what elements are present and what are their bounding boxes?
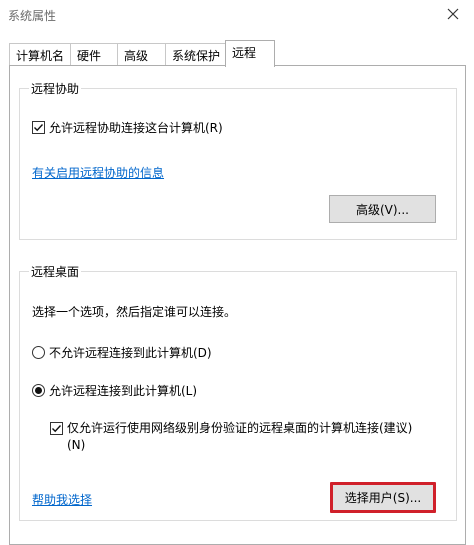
allow-remote-assistance-checkbox[interactable] <box>32 121 45 134</box>
remote-assistance-group: 远程协助 允许远程协助连接这台计算机(R) 有关启用远程协助的信息 高级(V).… <box>19 80 457 240</box>
allow-remote-assistance-row[interactable]: 允许远程协助连接这台计算机(R) <box>32 119 223 136</box>
checkmark-icon <box>34 124 44 132</box>
allow-remote-assistance-label: 允许远程协助连接这台计算机(R) <box>49 121 223 135</box>
title-bar: 系统属性 <box>0 0 474 32</box>
remote-desktop-group-label: 远程桌面 <box>29 263 82 280</box>
remote-tab-panel: 远程协助 允许远程协助连接这台计算机(R) 有关启用远程协助的信息 高级(V).… <box>9 65 466 545</box>
remote-assistance-info-link[interactable]: 有关启用远程协助的信息 <box>32 164 164 181</box>
nla-label-line2: (N) <box>67 438 86 452</box>
allow-remote-label: 允许远程连接到此计算机(L) <box>49 384 198 398</box>
remote-assistance-group-label: 远程协助 <box>29 80 82 97</box>
remote-desktop-group: 远程桌面 选择一个选项，然后指定谁可以连接。 不允许远程连接到此计算机(D) 允… <box>19 263 457 521</box>
tab-computer-name[interactable]: 计算机名 <box>9 43 71 65</box>
close-icon[interactable] <box>444 5 462 23</box>
disallow-remote-option[interactable]: 不允许远程连接到此计算机(D) <box>32 344 212 361</box>
tab-system-protection[interactable]: 系统保护 <box>165 43 227 65</box>
window-title: 系统属性 <box>8 9 57 23</box>
nla-label-line1: 仅允许运行使用网络级别身份验证的远程桌面的计算机连接(建议) <box>67 421 413 435</box>
tab-advanced[interactable]: 高级 <box>117 43 166 65</box>
tab-hardware[interactable]: 硬件 <box>70 43 118 65</box>
nla-option-row[interactable]: 仅允许运行使用网络级别身份验证的远程桌面的计算机连接(建议) (N) <box>50 420 412 454</box>
disallow-remote-radio[interactable] <box>32 346 45 359</box>
help-me-choose-link[interactable]: 帮助我选择 <box>32 491 92 508</box>
select-users-button[interactable]: 选择用户(S)... <box>331 484 435 511</box>
allow-remote-option[interactable]: 允许远程连接到此计算机(L) <box>32 382 197 399</box>
checkmark-icon <box>52 425 62 433</box>
tab-remote[interactable]: 远程 <box>225 40 275 67</box>
allow-remote-radio[interactable] <box>32 384 45 397</box>
advanced-button[interactable]: 高级(V)... <box>329 195 436 223</box>
disallow-remote-label: 不允许远程连接到此计算机(D) <box>49 346 212 360</box>
remote-desktop-instruction: 选择一个选项，然后指定谁可以连接。 <box>32 305 237 319</box>
nla-label: 仅允许运行使用网络级别身份验证的远程桌面的计算机连接(建议) (N) <box>67 420 412 454</box>
nla-checkbox[interactable] <box>50 422 63 435</box>
